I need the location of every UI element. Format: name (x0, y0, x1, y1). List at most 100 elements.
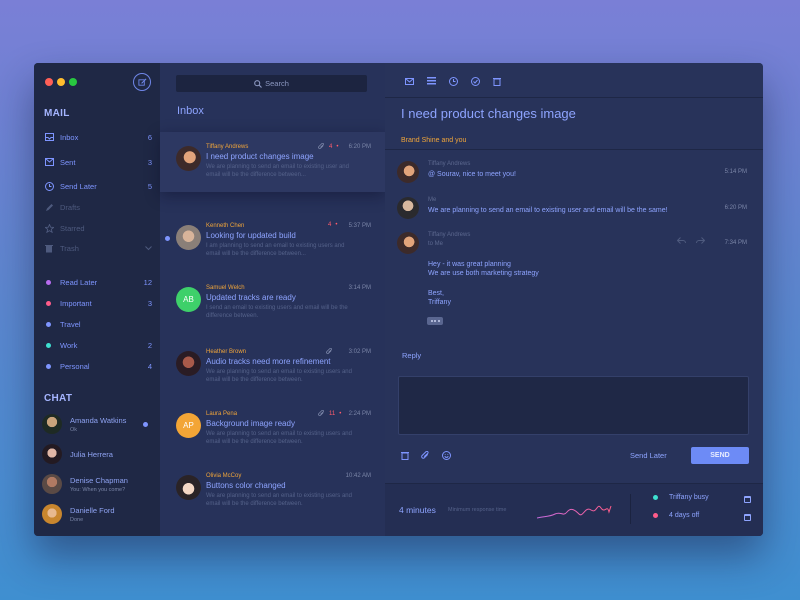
label-color-dot (46, 363, 51, 369)
chat-last-message: You: When you come? (70, 486, 126, 493)
thread-time: 7:34 PM (724, 240, 747, 246)
response-time-label: Minimum response time (448, 507, 507, 513)
reply-label[interactable]: Reply (402, 351, 421, 360)
reply-icon[interactable] (677, 237, 686, 244)
thread-recipient: to Me (428, 241, 444, 247)
window-controls (45, 78, 77, 86)
compose-button[interactable] (133, 73, 151, 91)
message-time: 2:24 PM (348, 411, 371, 417)
sidebar-item-count: 4 (147, 361, 152, 371)
attachment-icon (318, 143, 324, 149)
message-item[interactable]: AB Samuel Welch 3:14 PM Updated tracks a… (160, 273, 385, 333)
sidebar-label-travel[interactable]: Travel (44, 317, 154, 331)
sidebar-label-work[interactable]: Work 2 (44, 338, 154, 352)
sidebar-item-drafts[interactable]: Drafts (44, 200, 154, 214)
sidebar-item-label: Important (60, 298, 92, 308)
chat-item-danielle-ford[interactable]: Danielle Ford Done (42, 503, 154, 525)
thread-body-line: We are planning to send an email to exis… (428, 207, 668, 214)
message-time: 10:42 AM (345, 473, 371, 479)
message-meta: 4 • (328, 222, 338, 228)
avatar: AP (176, 413, 201, 438)
sidebar-label-personal[interactable]: Personal 4 (44, 359, 154, 373)
avatar (176, 225, 201, 250)
compose-tools (401, 451, 451, 460)
avatar (42, 504, 62, 524)
sent-icon (44, 157, 54, 167)
response-time-value: 4 minutes (399, 505, 436, 515)
mail-icon[interactable] (404, 76, 414, 86)
avatar (176, 351, 201, 376)
chat-item-denise-chapman[interactable]: Denise Chapman You: When you come? (42, 473, 154, 495)
calendar-icon[interactable] (744, 496, 751, 503)
attachment-icon[interactable] (421, 451, 430, 460)
status-label: 4 days off (669, 512, 700, 519)
maximize-window-button[interactable] (69, 78, 77, 86)
chevron-down-icon[interactable] (145, 244, 152, 253)
thread-message[interactable]: Tiffany Andrews to Me Hey - it was great… (397, 232, 751, 312)
send-button[interactable]: SEND (691, 447, 749, 464)
sidebar-item-label: Send Later (60, 181, 97, 191)
check-icon[interactable] (470, 76, 480, 86)
avatar (397, 161, 419, 183)
message-preview: We are planning to send an email to exis… (206, 164, 349, 178)
status-label: Triffany busy (669, 494, 709, 501)
sidebar-item-count: 6 (147, 132, 152, 142)
sidebar-item-count: 12 (143, 277, 152, 287)
thread-actions (677, 237, 705, 244)
message-time: 6:20 PM (348, 144, 371, 150)
message-item[interactable]: Olivia McCoy 10:42 AM Buttons color chan… (160, 461, 385, 521)
thread-body-line: We are use both marketing strategy (428, 270, 539, 277)
sidebar-label-read-later[interactable]: Read Later 12 (44, 275, 154, 289)
trash-icon[interactable] (401, 451, 409, 460)
sidebar-item-count: 3 (147, 298, 152, 308)
calendar-icon[interactable] (744, 514, 751, 521)
chat-item-julia-herrera[interactable]: Julia Herrera (42, 443, 154, 465)
chat-section-title: CHAT (44, 393, 73, 404)
sidebar-item-trash[interactable]: Trash (44, 241, 154, 255)
message-preview: We are planning to send an email to exis… (206, 493, 352, 507)
message-subject: I need product changes image (206, 152, 314, 161)
avatar (176, 475, 201, 500)
sidebar-item-inbox[interactable]: Inbox 6 (44, 130, 154, 144)
sidebar: MAIL Inbox 6 Sent 3 Send Later 5 Drafts … (34, 63, 160, 536)
message-sender: Tiffany Andrews (206, 144, 249, 150)
message-count: 4 (329, 143, 333, 150)
message-sender: Kenneth Chen (206, 223, 245, 229)
sidebar-item-sent[interactable]: Sent 3 (44, 155, 154, 169)
message-item[interactable]: Heather Brown 3:02 PM Audio tracks need … (160, 337, 385, 397)
close-window-button[interactable] (45, 78, 53, 86)
sidebar-item-label: Personal (60, 361, 90, 371)
message-meta: 4 • (318, 143, 338, 150)
emoji-icon[interactable] (442, 451, 451, 460)
thread-time: 6:20 PM (724, 205, 747, 211)
chat-item-amanda-watkins[interactable]: Amanda Watkins Ok (42, 413, 154, 435)
sidebar-item-label: Travel (60, 319, 81, 329)
sidebar-item-send-later[interactable]: Send Later 5 (44, 179, 154, 193)
show-more-button[interactable] (427, 317, 443, 325)
message-item[interactable]: Tiffany Andrews 4 • 6:20 PM I need produ… (160, 132, 385, 192)
star-icon (44, 223, 54, 233)
message-subject: Background image ready (206, 419, 295, 428)
search-input[interactable]: Search (176, 75, 367, 92)
message-preview: We are planning to send an email to exis… (206, 431, 352, 445)
sidebar-item-count: 2 (147, 340, 152, 350)
sidebar-item-starred[interactable]: Starred (44, 221, 154, 235)
clock-icon (44, 181, 54, 191)
clock-icon[interactable] (448, 76, 458, 86)
reply-textarea[interactable] (398, 376, 749, 435)
thread-body-line: Triffany (428, 299, 451, 306)
message-item[interactable]: AP Laura Pena 11 • 2:24 PM Background im… (160, 399, 385, 459)
avatar (42, 444, 62, 464)
minimize-window-button[interactable] (57, 78, 65, 86)
thread-message[interactable]: Me We are planning to send an email to e… (397, 197, 751, 223)
forward-icon[interactable] (696, 237, 705, 244)
message-subject: Buttons color changed (206, 481, 286, 490)
message-item[interactable]: Kenneth Chen 4 • 5:37 PM Looking for upd… (160, 211, 385, 271)
thread-message[interactable]: Tiffany Andrews @ Sourav, nice to meet y… (397, 161, 751, 187)
list-icon[interactable] (426, 76, 436, 86)
send-later-button[interactable]: Send Later (630, 451, 667, 460)
trash-icon[interactable] (492, 76, 502, 86)
stats-footer: 4 minutes Minimum response time Triffany… (385, 483, 763, 536)
avatar (42, 474, 62, 494)
sidebar-label-important[interactable]: Important 3 (44, 296, 154, 310)
